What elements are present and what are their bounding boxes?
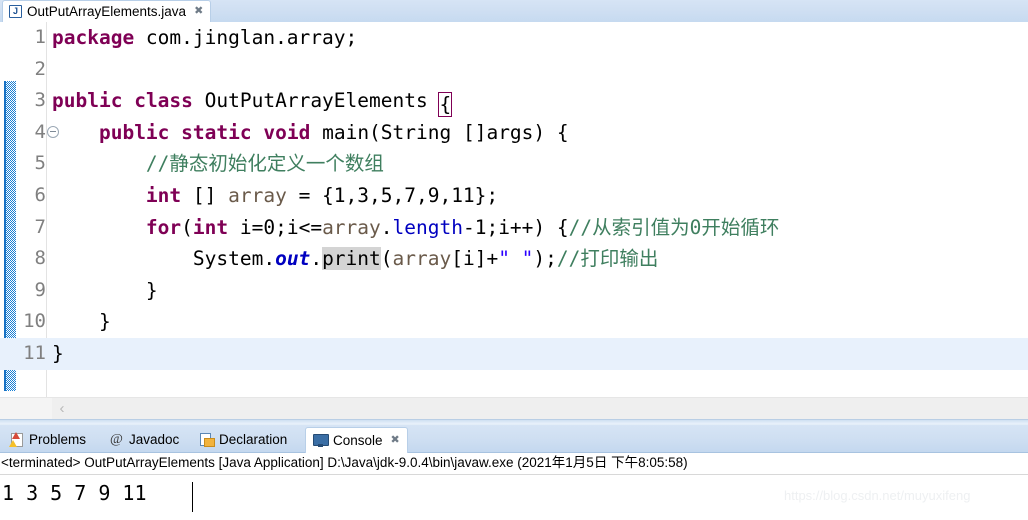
line-content: System.out.print(array[i]+" ");//打印输出 [52,243,658,275]
tab-console[interactable]: Console ✖ [305,427,408,453]
comment-static-init: //静态初始化定义一个数组 [145,152,384,176]
line-content: for(int i=0;i<=array.length-1;i++) {//从索… [52,212,779,244]
print-close: ); [533,247,557,271]
keyword-int: int [192,215,229,239]
string-literal-space: " " [498,247,534,271]
line-number: 11 [23,341,46,364]
editor-tab-outputarrayelements[interactable]: J OutPutArrayElements.java ✖ [2,0,212,22]
code-line[interactable]: 10 } [0,306,1028,338]
line-content: } [52,341,64,365]
tab-declaration[interactable]: Declaration [192,427,294,452]
comment-loop: //从索引值为0开始循环 [568,215,780,239]
code-line[interactable]: 1 package com.jinglan.array; [0,22,1028,54]
console-text-caret [192,482,193,512]
code-line[interactable]: 3 public class OutPutArrayElements { [0,85,1028,118]
code-text-area[interactable]: 1 package com.jinglan.array; 2 3 public … [0,22,1028,397]
for-tail: -1;i++) { [462,215,569,239]
line-content: public class OutPutArrayElements { [52,85,453,118]
line-number: 10 [23,310,46,333]
line-content: public static void main(String []args) { [52,117,569,149]
keyword-class: class [134,89,193,113]
keyword-void: void [263,120,311,144]
line-number: 5 [34,152,46,175]
at-icon: @ [110,432,123,447]
line-number: 7 [34,215,46,238]
code-line[interactable]: 4 public static void main(String []args)… [0,117,1028,149]
main-signature: main(String []args) { [322,120,569,144]
line-number: 9 [34,278,46,301]
line-number: 6 [34,183,46,206]
eclipse-ide-window: J OutPutArrayElements.java ✖ 1 package c… [0,0,1028,515]
line-content: } [52,310,111,334]
watermark-text: https://blog.csdn.net/muyuxifeng [784,488,971,503]
editor-tab-label: OutPutArrayElements.java [27,3,187,19]
selected-method-print: print [322,247,381,271]
code-line[interactable]: 6 int [] array = {1,3,5,7,9,11}; [0,180,1028,212]
code-line[interactable]: 5 //静态初始化定义一个数组 [0,148,1028,180]
tab-javadoc-label: Javadoc [129,431,180,447]
for-init: i=0;i<= [228,215,323,239]
index-expression: [i]+ [451,247,499,271]
console-icon [313,433,329,448]
field-out: out [275,247,311,271]
system-prefix: System. [192,247,276,271]
keyword-public: public [98,120,170,144]
keyword-static: static [181,120,252,144]
declaration-icon [199,432,215,447]
variable-array: array [392,247,452,271]
tab-problems-label: Problems [29,431,87,447]
line-content: } [52,278,158,302]
bottom-view-tab-bar: Problems @ Javadoc Declaration Console ✖ [0,425,1028,453]
code-editor[interactable]: 1 package com.jinglan.array; 2 3 public … [0,22,1028,397]
field-length: length [392,215,463,239]
close-icon[interactable]: ✖ [391,435,400,446]
keyword-public: public [52,89,123,113]
tab-declaration-label: Declaration [219,431,288,447]
line-content: //静态初始化定义一个数组 [52,148,384,180]
editor-horizontal-scrollbar[interactable]: ‹ [0,397,1028,420]
editor-tab-bar: J OutPutArrayElements.java ✖ [0,0,1028,23]
line-number: 1 [34,26,46,48]
keyword-package: package [52,26,135,49]
variable-array: array [322,215,381,239]
tab-console-label: Console [333,432,383,448]
package-name: com.jinglan.array; [134,26,358,49]
matching-bracket: { [438,92,453,118]
line-content: int [] array = {1,3,5,7,9,11}; [52,180,498,212]
dot-operator: . [310,247,323,271]
close-icon[interactable]: ✖ [194,6,203,17]
for-paren: ( [181,215,193,239]
code-line[interactable]: 8 System.out.print(array[i]+" ");//打印输出 [0,243,1028,275]
print-open-paren: ( [380,247,393,271]
comment-print: //打印输出 [556,247,659,271]
array-initializer: = {1,3,5,7,9,11}; [286,183,499,207]
line-content: package com.jinglan.array; [52,22,357,54]
class-name: OutPutArrayElements [204,89,428,113]
array-brackets: [] [181,183,229,207]
java-file-icon: J [9,5,22,18]
line-number: 3 [34,89,46,112]
variable-array: array [228,183,287,207]
keyword-for: for [145,215,182,239]
tab-javadoc[interactable]: @ Javadoc [102,427,186,452]
scrollbar-track[interactable] [52,398,1028,420]
chevron-left-icon[interactable]: ‹ [53,400,71,418]
console-launch-header: <terminated> OutPutArrayElements [Java A… [1,455,688,470]
problems-icon [9,432,24,447]
code-line-current[interactable]: 11 } [0,337,1028,370]
dot-operator: . [380,215,393,239]
code-line[interactable]: 7 for(int i=0;i<=array.length-1;i++) {//… [0,212,1028,244]
keyword-int: int [145,183,182,207]
line-number: 2 [34,57,46,80]
tab-problems[interactable]: Problems [2,427,93,452]
line-number: 4 [34,120,46,143]
line-number: 8 [34,247,46,270]
code-line[interactable]: 9 } [0,275,1028,307]
code-line[interactable]: 2 [0,54,1028,86]
